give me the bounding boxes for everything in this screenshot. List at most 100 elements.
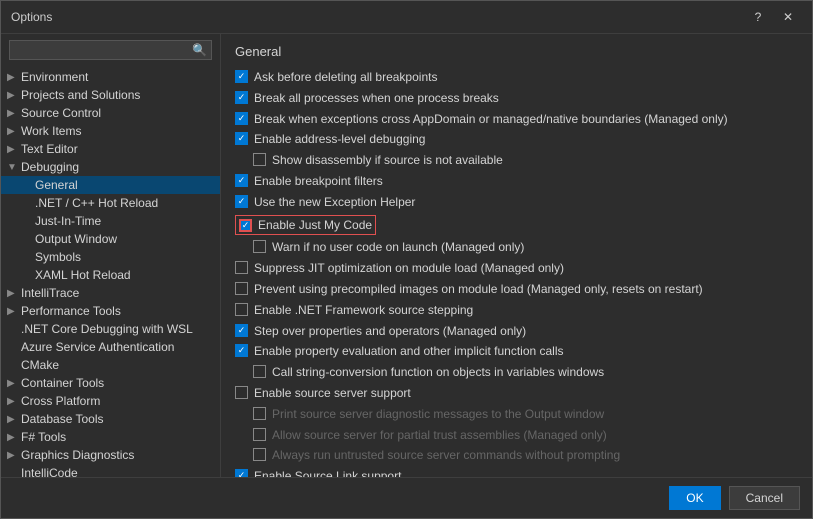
option-row-warn-no-user-code: Warn if no user code on launch (Managed … <box>235 237 798 258</box>
tree-item-projects-solutions[interactable]: ▶Projects and Solutions <box>1 86 220 104</box>
checkbox-suppress-jit[interactable] <box>235 261 248 274</box>
checkbox-prevent-precompiled[interactable] <box>235 282 248 295</box>
option-label-use-new-exception-helper: Use the new Exception Helper <box>254 194 415 211</box>
tree-item-environment[interactable]: ▶Environment <box>1 68 220 86</box>
tree-label-cmake: CMake <box>21 358 59 372</box>
tree-item-intellicode[interactable]: IntelliCode <box>1 464 220 477</box>
option-label-ask-before-deleting: Ask before deleting all breakpoints <box>254 69 437 86</box>
tree-label-debugging-justintime: Just-In-Time <box>35 214 101 228</box>
tree-item-fsharp-tools[interactable]: ▶F# Tools <box>1 428 220 446</box>
tree-label-fsharp-tools: F# Tools <box>21 430 66 444</box>
search-icon: 🔍 <box>192 43 207 57</box>
tree-item-cross-platform[interactable]: ▶Cross Platform <box>1 392 220 410</box>
option-label-print-source-server: Print source server diagnostic messages … <box>272 406 604 423</box>
tree-arrow-intellitrace: ▶ <box>7 288 19 299</box>
close-button[interactable]: ✕ <box>774 7 802 27</box>
option-label-enable-just-my-code: Enable Just My Code <box>258 217 372 234</box>
tree-item-azure-service-auth[interactable]: Azure Service Authentication <box>1 338 220 356</box>
option-row-enable-source-link: Enable Source Link support <box>235 466 798 477</box>
checkbox-enable-just-my-code[interactable] <box>239 219 252 232</box>
tree-item-intellitrace[interactable]: ▶IntelliTrace <box>1 284 220 302</box>
tree-arrow-database-tools: ▶ <box>7 414 19 425</box>
option-label-allow-source-server-partial: Allow source server for partial trust as… <box>272 427 607 444</box>
tree-arrow-cross-platform: ▶ <box>7 396 19 407</box>
tree-item-database-tools[interactable]: ▶Database Tools <box>1 410 220 428</box>
title-bar: Options ? ✕ <box>1 1 812 34</box>
tree-label-intellitrace: IntelliTrace <box>21 286 79 300</box>
checkbox-ask-before-deleting[interactable] <box>235 70 248 83</box>
tree-item-graphics-diagnostics[interactable]: ▶Graphics Diagnostics <box>1 446 220 464</box>
tree-arrow-work-items: ▶ <box>7 126 19 137</box>
option-label-break-when-exceptions: Break when exceptions cross AppDomain or… <box>254 111 728 128</box>
checkbox-break-all-processes[interactable] <box>235 91 248 104</box>
tree-item-debugging-general[interactable]: General <box>1 176 220 194</box>
checkbox-break-when-exceptions[interactable] <box>235 112 248 125</box>
option-row-break-when-exceptions: Break when exceptions cross AppDomain or… <box>235 109 798 130</box>
option-row-allow-source-server-partial: Allow source server for partial trust as… <box>235 425 798 446</box>
tree-item-debugging-symbols[interactable]: Symbols <box>1 248 220 266</box>
left-panel: 🔍 ▶Environment▶Projects and Solutions▶So… <box>1 34 221 477</box>
tree-label-work-items: Work Items <box>21 124 81 138</box>
option-label-enable-address-level: Enable address-level debugging <box>254 131 425 148</box>
checkbox-enable-breakpoint-filters[interactable] <box>235 174 248 187</box>
tree-item-debugging[interactable]: ▼Debugging <box>1 158 220 176</box>
option-row-show-disassembly: Show disassembly if source is not availa… <box>235 150 798 171</box>
checkbox-enable-dotnet-source[interactable] <box>235 303 248 316</box>
tree-label-container-tools: Container Tools <box>21 376 104 390</box>
tree-label-debugging-dotnet-hotreload: .NET / C++ Hot Reload <box>35 196 158 210</box>
checkbox-enable-source-server[interactable] <box>235 386 248 399</box>
option-row-break-all-processes: Break all processes when one process bre… <box>235 88 798 109</box>
tree-label-debugging-symbols: Symbols <box>35 250 81 264</box>
tree-item-source-control[interactable]: ▶Source Control <box>1 104 220 122</box>
checkbox-always-run-untrusted[interactable] <box>253 448 266 461</box>
tree-label-graphics-diagnostics: Graphics Diagnostics <box>21 448 134 462</box>
option-row-print-source-server: Print source server diagnostic messages … <box>235 404 798 425</box>
tree-arrow-environment: ▶ <box>7 72 19 83</box>
tree-item-debugging-outputwindow[interactable]: Output Window <box>1 230 220 248</box>
option-label-call-string-conversion: Call string-conversion function on objec… <box>272 364 604 381</box>
options-dialog: Options ? ✕ 🔍 ▶Environment▶Projects and … <box>0 0 813 519</box>
option-row-always-run-untrusted: Always run untrusted source server comma… <box>235 445 798 466</box>
tree-item-text-editor[interactable]: ▶Text Editor <box>1 140 220 158</box>
checkbox-show-disassembly[interactable] <box>253 153 266 166</box>
tree-arrow-graphics-diagnostics: ▶ <box>7 450 19 461</box>
checkbox-enable-address-level[interactable] <box>235 132 248 145</box>
checkbox-call-string-conversion[interactable] <box>253 365 266 378</box>
right-panel: General Ask before deleting all breakpoi… <box>221 34 812 477</box>
checkbox-print-source-server[interactable] <box>253 407 266 420</box>
title-bar-controls: ? ✕ <box>744 7 802 27</box>
option-label-show-disassembly: Show disassembly if source is not availa… <box>272 152 503 169</box>
tree-item-cmake[interactable]: CMake <box>1 356 220 374</box>
checkbox-warn-no-user-code[interactable] <box>253 240 266 253</box>
tree-label-dotnet-core-debugging: .NET Core Debugging with WSL <box>21 322 193 336</box>
checkbox-allow-source-server-partial[interactable] <box>253 428 266 441</box>
option-label-enable-source-link: Enable Source Link support <box>254 468 401 477</box>
help-button[interactable]: ? <box>744 7 772 27</box>
option-label-always-run-untrusted: Always run untrusted source server comma… <box>272 447 620 464</box>
tree-label-text-editor: Text Editor <box>21 142 78 156</box>
dialog-title: Options <box>11 10 52 24</box>
tree-arrow-text-editor: ▶ <box>7 144 19 155</box>
tree-item-dotnet-core-debugging[interactable]: .NET Core Debugging with WSL <box>1 320 220 338</box>
tree-item-debugging-xamlhotreload[interactable]: XAML Hot Reload <box>1 266 220 284</box>
tree-item-container-tools[interactable]: ▶Container Tools <box>1 374 220 392</box>
tree-item-work-items[interactable]: ▶Work Items <box>1 122 220 140</box>
tree-arrow-performance-tools: ▶ <box>7 306 19 317</box>
tree-arrow-projects-solutions: ▶ <box>7 90 19 101</box>
ok-button[interactable]: OK <box>669 486 720 510</box>
option-label-enable-property-eval: Enable property evaluation and other imp… <box>254 343 564 360</box>
tree-item-performance-tools[interactable]: ▶Performance Tools <box>1 302 220 320</box>
checkbox-use-new-exception-helper[interactable] <box>235 195 248 208</box>
tree-item-debugging-dotnet-hotreload[interactable]: .NET / C++ Hot Reload <box>1 194 220 212</box>
tree-item-debugging-justintime[interactable]: Just-In-Time <box>1 212 220 230</box>
search-input[interactable] <box>14 43 192 57</box>
tree-label-environment: Environment <box>21 70 88 84</box>
checkbox-step-over-properties[interactable] <box>235 324 248 337</box>
option-row-enable-source-server: Enable source server support <box>235 383 798 404</box>
cancel-button[interactable]: Cancel <box>729 486 800 510</box>
tree-label-performance-tools: Performance Tools <box>21 304 121 318</box>
checkbox-enable-property-eval[interactable] <box>235 344 248 357</box>
checkbox-enable-source-link[interactable] <box>235 469 248 477</box>
option-row-prevent-precompiled: Prevent using precompiled images on modu… <box>235 279 798 300</box>
tree-arrow-fsharp-tools: ▶ <box>7 432 19 443</box>
